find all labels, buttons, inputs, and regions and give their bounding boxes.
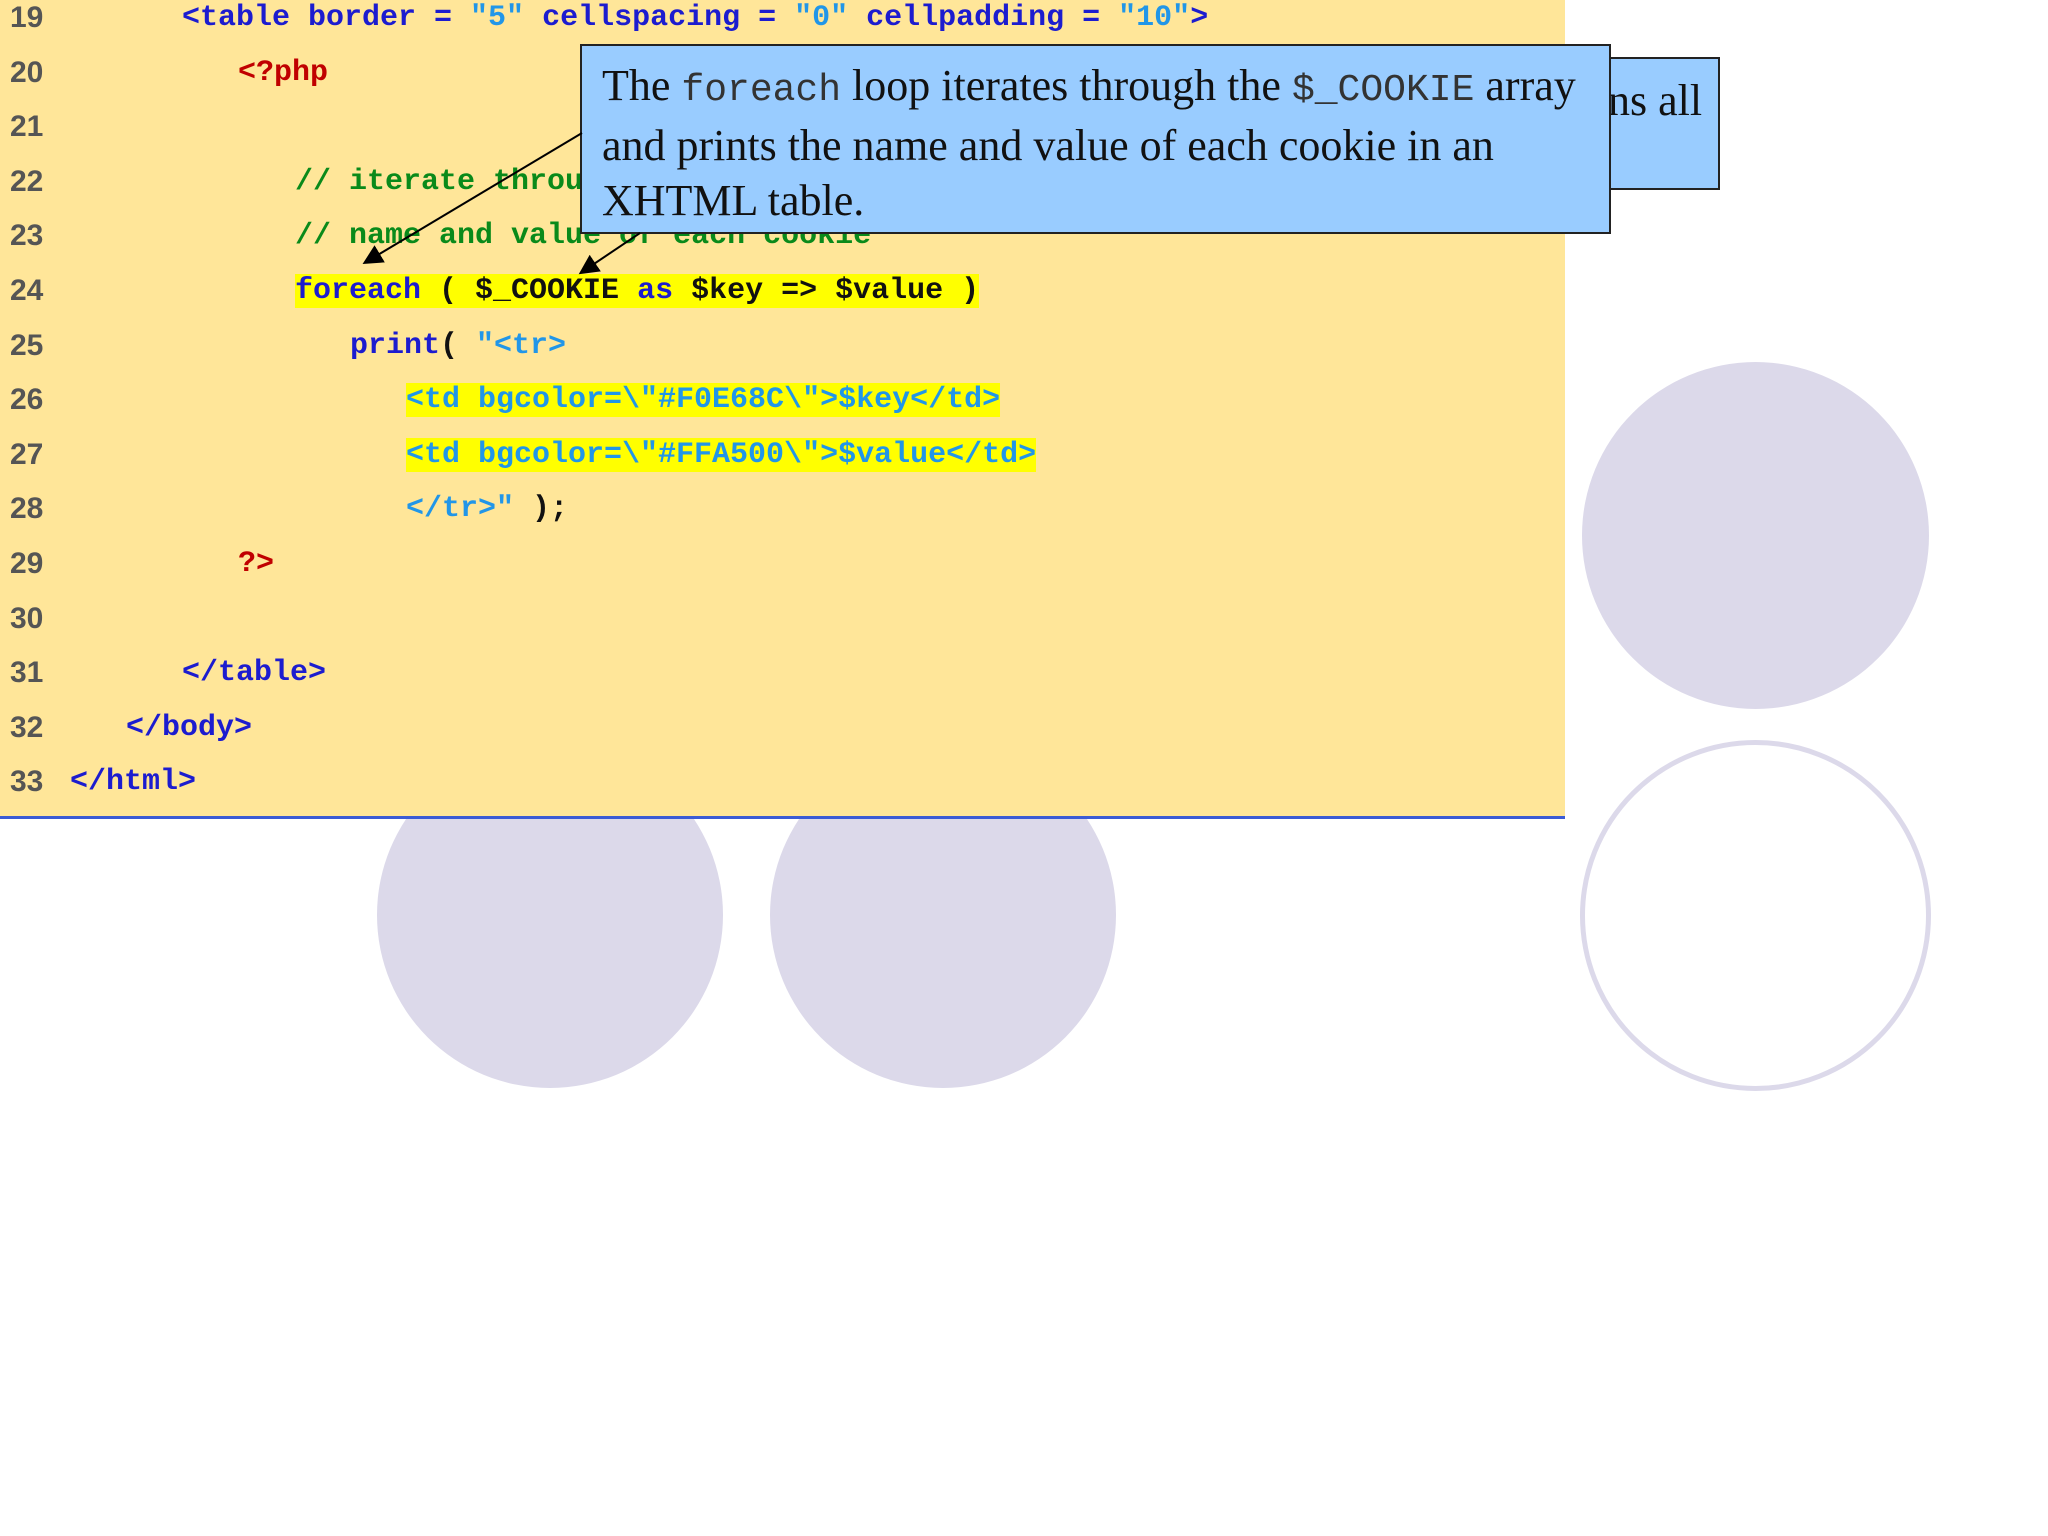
line-number: 28 <box>10 492 44 526</box>
callout-code-cookie: $_COOKIE <box>1291 69 1475 112</box>
code-text: </tr>" ); <box>406 483 568 535</box>
line-number: 30 <box>10 601 44 635</box>
code-token: cellspacing = <box>524 1 795 35</box>
code-text: <table border = "5" cellspacing = "0" ce… <box>182 0 1208 44</box>
code-token: print <box>350 328 441 363</box>
code-text: <td bgcolor=\"#F0E68C\">$key</td> <box>406 374 1001 426</box>
code-line: 26 <td bgcolor=\"#F0E68C\">$key</td> <box>0 374 1565 426</box>
code-line: 25 print( "<tr> <box>0 320 1565 372</box>
code-text: </html> <box>70 756 196 808</box>
decorative-circle <box>1582 362 1929 709</box>
code-token: <td bgcolor=\"#FFA500\">$value</td> <box>406 437 1037 472</box>
code-text: foreach ( $_COOKIE as $key => $value ) <box>295 265 980 317</box>
callout-text: loop iterates through the <box>841 61 1292 110</box>
code-token: "10" <box>1118 1 1191 35</box>
code-text: </table> <box>182 647 326 699</box>
line-number: 21 <box>10 110 44 144</box>
line-number: 22 <box>10 164 44 198</box>
code-line: 32 </body> <box>0 702 1565 754</box>
line-number: 29 <box>10 547 44 580</box>
code-text: // iterate throu <box>295 156 583 208</box>
code-token: </html> <box>70 765 197 800</box>
code-text: print( "<tr> <box>350 320 566 372</box>
line-number: 26 <box>10 383 44 417</box>
line-number: 24 <box>10 274 44 307</box>
code-token: </table> <box>182 656 327 691</box>
code-token: <table border = <box>182 1 471 35</box>
code-token: ( $_COOKIE <box>421 274 638 308</box>
code-token: <td bgcolor=\"#F0E68C\">$key</td> <box>406 383 1001 418</box>
code-token: <?php <box>238 55 329 90</box>
code-token: > <box>1190 1 1209 35</box>
code-text: ?> <box>238 538 274 590</box>
code-token: </body> <box>126 710 253 745</box>
code-token: ( <box>440 328 477 363</box>
code-token: ?> <box>238 547 275 581</box>
code-token: $key => $value ) <box>673 274 980 308</box>
line-number: 25 <box>10 328 44 362</box>
callout-text: The <box>602 61 682 110</box>
code-token: foreach <box>295 274 422 308</box>
code-token: "5" <box>470 1 525 35</box>
line-number: 19 <box>10 1 44 34</box>
callout-code-foreach: foreach <box>681 69 842 112</box>
callout-behind-text: ns all <box>1608 76 1703 125</box>
code-text: </body> <box>126 702 252 754</box>
decorative-ring <box>1580 740 1931 1091</box>
line-number: 27 <box>10 437 44 471</box>
code-token: as <box>637 274 674 308</box>
code-token: "0" <box>794 1 849 35</box>
code-line: 24 foreach ( $_COOKIE as $key => $value ) <box>0 265 1565 317</box>
code-token: cellpadding = <box>848 1 1119 35</box>
line-number: 32 <box>10 710 44 744</box>
line-number: 33 <box>10 765 44 799</box>
code-line: 31 </table> <box>0 647 1565 699</box>
code-token: ); <box>514 492 569 527</box>
code-line: 30 <box>0 593 1565 645</box>
code-line: 19 <table border = "5" cellspacing = "0" … <box>0 0 1565 44</box>
line-number: 20 <box>10 55 44 89</box>
code-token: </tr>" <box>406 492 515 527</box>
line-number: 23 <box>10 219 44 253</box>
code-line: 27 <td bgcolor=\"#FFA500\">$value</td> <box>0 429 1565 481</box>
code-text: <?php <box>238 47 328 99</box>
code-line: 28 </tr>" ); <box>0 483 1565 535</box>
code-line: 29 ?> <box>0 538 1565 590</box>
callout-main: The foreach loop iterates through the $_… <box>580 44 1611 234</box>
code-text: <td bgcolor=\"#FFA500\">$value</td> <box>406 429 1037 481</box>
code-token: "<tr> <box>476 328 567 363</box>
line-number: 31 <box>10 656 44 690</box>
code-token: // iterate throu <box>295 164 584 199</box>
code-line: 33 </html> <box>0 756 1565 808</box>
